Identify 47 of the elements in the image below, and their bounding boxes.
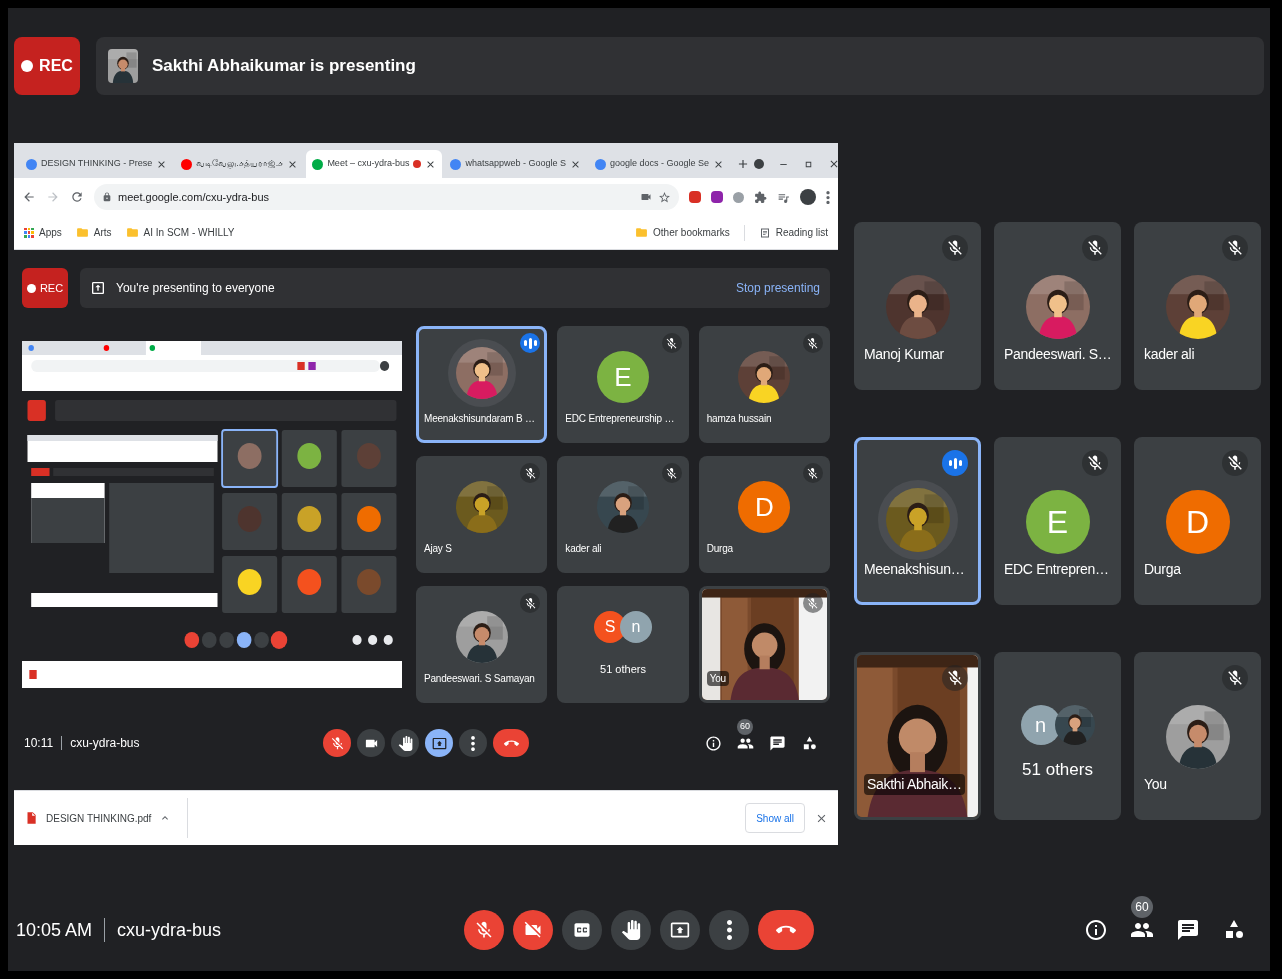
meeting-time: 10:05 AM	[16, 918, 93, 942]
avatar: n	[620, 611, 652, 643]
participant-name: hamza hussain	[706, 412, 772, 426]
participant-name: Durga	[706, 542, 733, 556]
avatar: D	[1165, 490, 1230, 554]
participant-name: 51 others	[1021, 759, 1094, 781]
bookmark[interactable]: Reading list	[758, 225, 828, 240]
participant-name: kader ali	[1144, 345, 1195, 364]
meeting-code: cxu-ydra-bus	[117, 918, 222, 942]
download-item[interactable]: DESIGN THINKING.pdf	[24, 798, 189, 838]
bookmark[interactable]: AI In SCM - WHILLY	[125, 225, 235, 240]
avatar: E	[597, 351, 649, 403]
participant-name: Manoj Kumar	[864, 345, 944, 364]
bookmark[interactable]: Apps	[24, 225, 62, 240]
meeting-code: cxu-ydra-bus	[70, 735, 140, 752]
bookmark[interactable]: Arts	[75, 225, 112, 240]
show-all-button[interactable]: Show all	[745, 803, 805, 833]
participant-name: Sakthi Abhaik…	[864, 774, 965, 795]
participant-name: You	[1144, 775, 1167, 794]
browser-tab[interactable]: whatsappweb - Google S	[444, 150, 587, 178]
participant-name: Meenakshisun…	[864, 560, 965, 579]
bookmark[interactable]: Other bookmarks	[635, 225, 730, 240]
participant-count-badge: 60	[737, 718, 753, 735]
address-bar[interactable]: meet.google.com/cxu-ydra-bus	[94, 184, 679, 210]
avatar: D	[738, 481, 791, 533]
participant-name: EDC Entrepren…	[1004, 560, 1109, 579]
presenting-text: You're presenting to everyone	[116, 280, 275, 297]
participant-name: Durga	[1144, 560, 1181, 579]
participant-name: Pandeeswari. S…	[1004, 345, 1112, 364]
presenter-text: Sakthi Abhaikumar is presenting	[152, 55, 416, 78]
browser-tab[interactable]: Meet – cxu-ydra-bus	[306, 150, 443, 178]
participant-name: You	[706, 671, 729, 686]
browser-tab[interactable]: வடிவேலு.சத்யராஜ்.ச	[175, 150, 305, 178]
browser-tab[interactable]: google docs - Google Se	[589, 150, 731, 178]
participant-name: 51 others	[599, 662, 647, 677]
meeting-time: 10:11	[24, 735, 54, 752]
participant-count-badge: 60	[1131, 896, 1153, 918]
stop-presenting-button[interactable]: Stop presenting	[735, 279, 820, 297]
participant-name: EDC Entrepreneurship …	[565, 412, 675, 426]
participant-name: Ajay S	[424, 542, 452, 556]
recording-badge: REC	[22, 268, 68, 308]
avatar: E	[1025, 490, 1090, 554]
participant-name: Meenakshisundaram B …	[424, 412, 535, 426]
recording-badge: REC	[14, 37, 80, 95]
participant-name: kader ali	[565, 542, 602, 556]
participant-name: Pandeeswari. S Samayan	[424, 672, 535, 686]
browser-tab[interactable]: DESIGN THINKING - Prese	[20, 150, 174, 178]
